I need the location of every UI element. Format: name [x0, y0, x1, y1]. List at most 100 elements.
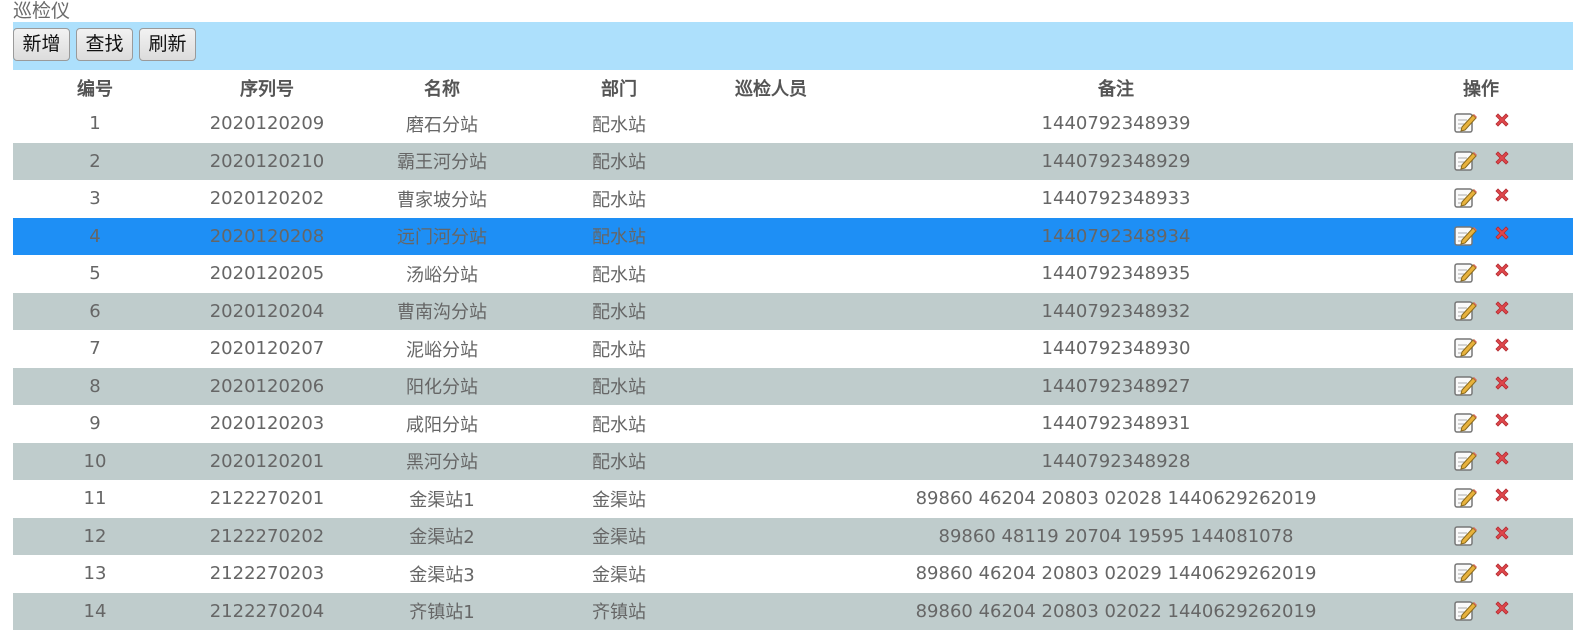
table-row[interactable]: 102020120201黑河分站配水站1440792348928 [13, 443, 1573, 481]
cell-serial: 2020120206 [177, 368, 357, 406]
cell-no: 7 [13, 330, 177, 368]
cell-remark: 1440792348929 [831, 143, 1401, 181]
cell-remark: 1440792348931 [831, 405, 1401, 443]
cell-remark: 1440792348930 [831, 330, 1401, 368]
edit-icon[interactable] [1453, 523, 1477, 547]
delete-icon[interactable] [1494, 562, 1510, 578]
cell-inspector [711, 293, 831, 331]
header-department[interactable]: 部门 [527, 70, 711, 105]
cell-name: 霸王河分站 [357, 143, 527, 181]
header-name[interactable]: 名称 [357, 70, 527, 105]
edit-icon[interactable] [1453, 448, 1477, 472]
table-row[interactable]: 142122270204齐镇站1齐镇站89860 46204 20803 020… [13, 593, 1573, 630]
table-row[interactable]: 62020120204曹南沟分站配水站1440792348932 [13, 293, 1573, 331]
header-serial[interactable]: 序列号 [177, 70, 357, 105]
edit-icon[interactable] [1453, 110, 1477, 134]
cell-remark: 1440792348932 [831, 293, 1401, 331]
cell-serial: 2020120202 [177, 180, 357, 218]
cell-serial: 2020120201 [177, 443, 357, 481]
cell-remark: 89860 48119 20704 19595 144081078 [831, 518, 1401, 556]
table-row[interactable]: 132122270203金渠站3金渠站89860 46204 20803 020… [13, 555, 1573, 593]
table-row[interactable]: 52020120205汤峪分站配水站1440792348935 [13, 255, 1573, 293]
edit-icon[interactable] [1453, 260, 1477, 284]
header-actions: 操作 [1401, 70, 1561, 105]
cell-name: 阳化分站 [357, 368, 527, 406]
delete-icon[interactable] [1494, 300, 1510, 316]
cell-remark: 1440792348933 [831, 180, 1401, 218]
header-inspector[interactable]: 巡检人员 [711, 70, 831, 105]
cell-department: 金渠站 [527, 480, 711, 518]
table-row[interactable]: 22020120210霸王河分站配水站1440792348929 [13, 143, 1573, 181]
cell-remark: 89860 46204 20803 02028 1440629262019 [831, 480, 1401, 518]
cell-serial: 2020120209 [177, 105, 357, 143]
delete-icon[interactable] [1494, 487, 1510, 503]
cell-no: 4 [13, 218, 177, 256]
cell-remark: 1440792348927 [831, 368, 1401, 406]
cell-remark: 89860 46204 20803 02022 1440629262019 [831, 593, 1401, 630]
edit-icon[interactable] [1453, 598, 1477, 622]
table-body: 12020120209磨石分站配水站1440792348939220201202… [13, 105, 1573, 630]
cell-no: 8 [13, 368, 177, 406]
edit-icon[interactable] [1453, 485, 1477, 509]
toolbar: 新增 查找 刷新 [13, 22, 1573, 70]
table-row[interactable]: 72020120207泥峪分站配水站1440792348930 [13, 330, 1573, 368]
cell-no: 11 [13, 480, 177, 518]
cell-department: 配水站 [527, 293, 711, 331]
edit-icon[interactable] [1453, 373, 1477, 397]
delete-icon[interactable] [1494, 112, 1510, 128]
table-row[interactable]: 42020120208远门河分站配水站1440792348934 [13, 218, 1573, 256]
delete-icon[interactable] [1494, 187, 1510, 203]
table-row[interactable]: 32020120202曹家坡分站配水站1440792348933 [13, 180, 1573, 218]
cell-remark: 89860 46204 20803 02029 1440629262019 [831, 555, 1401, 593]
edit-icon[interactable] [1453, 335, 1477, 359]
delete-icon[interactable] [1494, 600, 1510, 616]
edit-icon[interactable] [1453, 148, 1477, 172]
table-row[interactable]: 82020120206阳化分站配水站1440792348927 [13, 368, 1573, 406]
cell-no: 9 [13, 405, 177, 443]
inspector-table: 编号 序列号 名称 部门 巡检人员 备注 操作 12020120209磨石分站配… [13, 70, 1573, 630]
add-button[interactable]: 新增 [13, 28, 70, 61]
table-row[interactable]: 12020120209磨石分站配水站1440792348939 [13, 105, 1573, 143]
delete-icon[interactable] [1494, 225, 1510, 241]
search-button[interactable]: 查找 [76, 28, 133, 61]
cell-department: 齐镇站 [527, 593, 711, 630]
cell-name: 咸阳分站 [357, 405, 527, 443]
cell-name: 磨石分站 [357, 105, 527, 143]
edit-icon[interactable] [1453, 298, 1477, 322]
cell-name: 曹南沟分站 [357, 293, 527, 331]
edit-icon[interactable] [1453, 185, 1477, 209]
cell-department: 金渠站 [527, 518, 711, 556]
cell-name: 黑河分站 [357, 443, 527, 481]
delete-icon[interactable] [1494, 262, 1510, 278]
cell-inspector [711, 143, 831, 181]
cell-inspector [711, 330, 831, 368]
header-remark[interactable]: 备注 [831, 70, 1401, 105]
delete-icon[interactable] [1494, 525, 1510, 541]
cell-no: 2 [13, 143, 177, 181]
refresh-button[interactable]: 刷新 [139, 28, 196, 61]
cell-serial: 2020120203 [177, 405, 357, 443]
delete-icon[interactable] [1494, 412, 1510, 428]
page-title: 巡检仪 [13, 0, 70, 22]
delete-icon[interactable] [1494, 150, 1510, 166]
delete-icon[interactable] [1494, 375, 1510, 391]
cell-department: 配水站 [527, 405, 711, 443]
edit-icon[interactable] [1453, 560, 1477, 584]
edit-icon[interactable] [1453, 410, 1477, 434]
table-row[interactable]: 92020120203咸阳分站配水站 1440792348931 [13, 405, 1573, 443]
cell-remark: 1440792348939 [831, 105, 1401, 143]
cell-department: 配水站 [527, 330, 711, 368]
cell-serial: 2122270204 [177, 593, 357, 630]
edit-icon[interactable] [1453, 223, 1477, 247]
cell-inspector [711, 255, 831, 293]
table-row[interactable]: 112122270201金渠站1金渠站89860 46204 20803 020… [13, 480, 1573, 518]
table-header: 编号 序列号 名称 部门 巡检人员 备注 操作 [13, 70, 1573, 105]
table-row[interactable]: 122122270202金渠站2金渠站89860 48119 20704 195… [13, 518, 1573, 556]
delete-icon[interactable] [1494, 450, 1510, 466]
cell-no: 1 [13, 105, 177, 143]
cell-remark: 1440792348934 [831, 218, 1401, 256]
delete-icon[interactable] [1494, 337, 1510, 353]
header-no[interactable]: 编号 [13, 70, 177, 105]
cell-name: 金渠站1 [357, 480, 527, 518]
cell-name: 金渠站2 [357, 518, 527, 556]
